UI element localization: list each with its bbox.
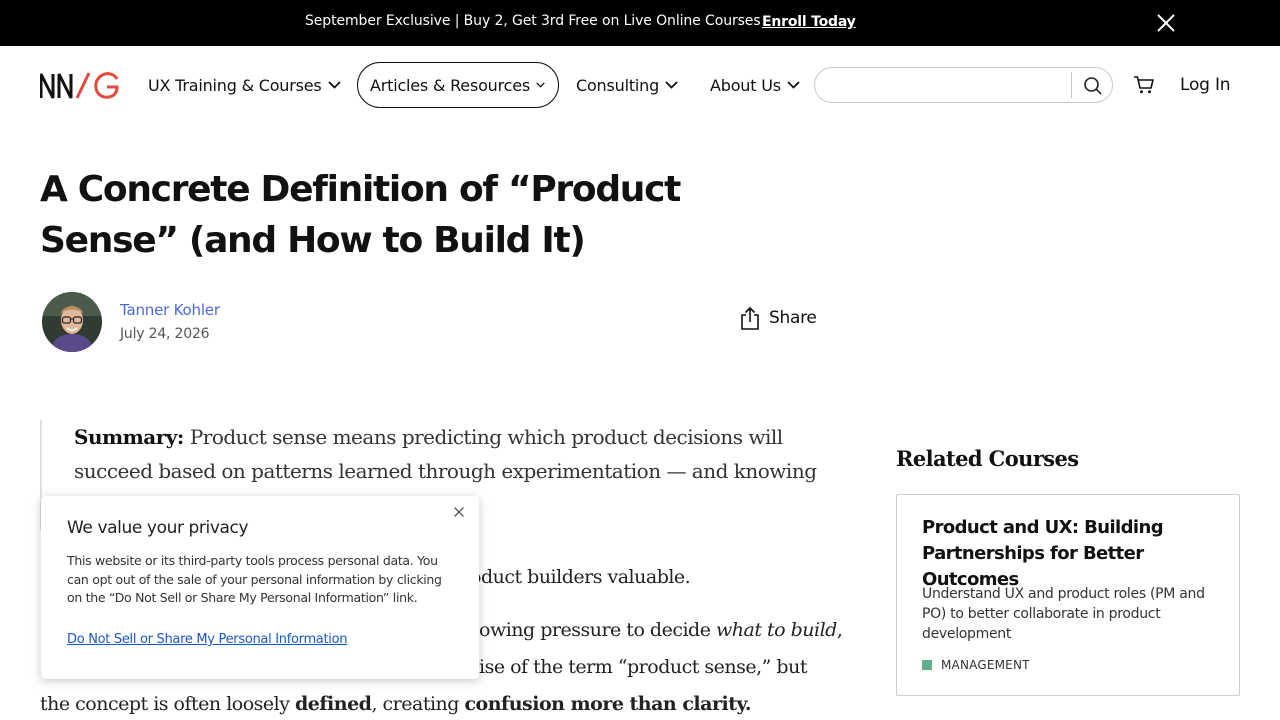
close-icon[interactable] <box>1156 13 1176 33</box>
cart-icon[interactable] <box>1133 75 1155 95</box>
course-description: Understand UX and product roles (PM and … <box>922 586 1205 642</box>
nav-about-us[interactable]: About Us <box>710 62 800 108</box>
bold-text: confusion more than clarity. <box>464 693 751 715</box>
paragraph-text: oduct builders valuable. <box>470 566 691 588</box>
paragraph-text: the concept is often loosely <box>40 693 295 715</box>
privacy-dialog: We value your privacy This website or it… <box>41 496 479 679</box>
chevron-down-icon <box>536 82 545 88</box>
search-box <box>814 67 1113 103</box>
summary-text: Product sense means predicting which pro… <box>74 425 817 483</box>
do-not-sell-link[interactable]: Do Not Sell or Share My Personal Informa… <box>67 632 347 647</box>
promo-banner: September Exclusive | Buy 2, Get 3rd Fre… <box>0 0 1280 46</box>
share-icon <box>741 306 759 330</box>
nav-label: Consulting <box>576 75 660 95</box>
publish-date: July 24, 2026 <box>120 326 210 342</box>
nav-label: Articles & Resources <box>370 75 531 95</box>
article-title: A Concrete Definition of “Product Sense”… <box>40 169 681 261</box>
article-paragraph-2-line-2: ise of the term “product sense,” but <box>479 656 807 678</box>
privacy-body: This website or its third-party tools pr… <box>67 553 442 605</box>
nav-ux-training[interactable]: UX Training & Courses <box>148 62 341 108</box>
nng-logo[interactable] <box>40 71 120 99</box>
promo-text: September Exclusive | Buy 2, Get 3rd Fre… <box>305 13 761 29</box>
share-label: Share <box>769 308 817 328</box>
tag-color-swatch <box>922 660 932 670</box>
paragraph-text: owing pressure to decide <box>479 619 716 641</box>
close-icon[interactable] <box>453 506 465 518</box>
course-card[interactable]: Product and UX: Building Partnerships fo… <box>896 494 1240 696</box>
article-paragraph-2-line-3: the concept is often loosely defined, cr… <box>40 693 751 715</box>
emphasis-text: what to build <box>716 619 837 641</box>
paragraph-text: , <box>836 619 843 641</box>
chevron-down-icon <box>665 81 678 89</box>
article-paragraph-1: oduct builders valuable. <box>470 566 691 588</box>
course-tag: MANAGEMENT <box>922 658 1030 672</box>
nav-label: About Us <box>710 75 781 95</box>
summary-label: Summary: <box>74 425 184 449</box>
paragraph-text: , creating <box>371 693 465 715</box>
article-paragraph-2-line-1: owing pressure to decide what to build, <box>479 619 843 641</box>
nav-consulting[interactable]: Consulting <box>576 62 678 108</box>
search-input[interactable] <box>831 72 1067 100</box>
bold-text: defined <box>295 693 372 715</box>
author-name[interactable]: Tanner Kohler <box>120 301 220 319</box>
nav-articles-resources[interactable]: Articles & Resources <box>357 62 559 108</box>
chevron-down-icon <box>787 81 800 89</box>
related-courses-heading: Related Courses <box>896 446 1079 471</box>
share-button[interactable]: Share <box>740 306 817 330</box>
chevron-down-icon <box>327 81 341 89</box>
course-title[interactable]: Product and UX: Building Partnerships fo… <box>922 515 1222 593</box>
paragraph-text: ise of the term “product sense,” but <box>479 656 807 678</box>
search-icon[interactable] <box>1083 76 1103 96</box>
login-link[interactable]: Log In <box>1180 75 1231 95</box>
privacy-title: We value your privacy <box>67 518 249 538</box>
search-divider <box>1071 72 1072 98</box>
nav-label: UX Training & Courses <box>148 75 322 95</box>
article-summary: Summary: Product sense means predicting w… <box>74 420 834 488</box>
enroll-today-link[interactable]: Enroll Today <box>762 14 856 30</box>
author-avatar[interactable] <box>42 292 102 352</box>
tag-label: MANAGEMENT <box>941 658 1030 672</box>
